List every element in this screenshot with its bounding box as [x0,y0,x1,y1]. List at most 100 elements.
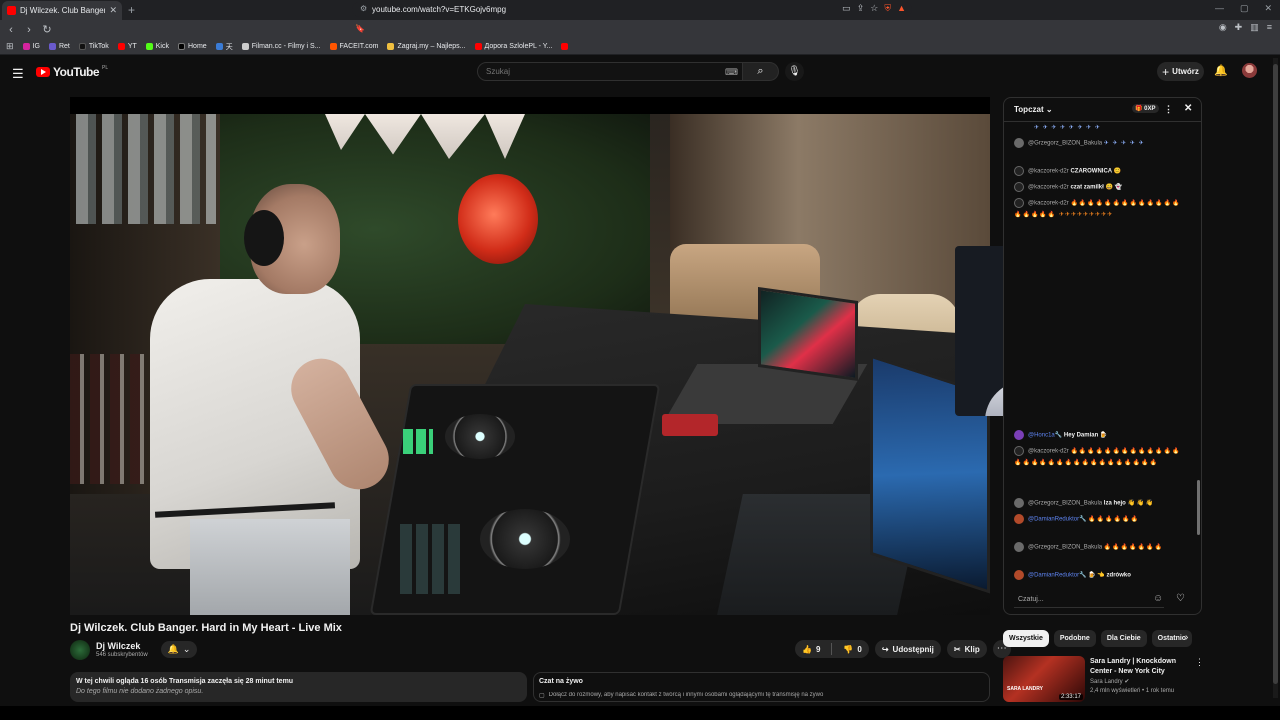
dislike-button[interactable]: 👎 0 [836,640,868,658]
chat-avatar[interactable] [1014,166,1024,176]
channel-name[interactable]: Dj Wilczek [96,641,140,651]
chat-author[interactable]: @kaczorek-d2r [1028,201,1069,207]
page-scroll-thumb[interactable] [1273,64,1278,684]
related-video-channel[interactable]: Sara Landry ✔ [1090,678,1129,685]
search-input[interactable] [478,63,742,80]
bookmark-item[interactable] [561,43,569,50]
menu-icon[interactable]: ≡ [1267,22,1272,33]
chevron-right-icon[interactable]: › [1185,632,1188,643]
chat-avatar[interactable] [1014,446,1024,456]
xp-badge[interactable]: 🎁 0XP [1132,104,1159,113]
bookmark-item[interactable]: Zagraj.my – Najleps... [387,43,466,50]
extension-icon[interactable]: ◉ [1219,22,1227,33]
chat-author[interactable]: @kaczorek-d2r [1028,185,1069,191]
chip-similar[interactable]: Podobne [1053,630,1096,647]
bookmark-favicon-icon [241,43,249,50]
heart-icon[interactable]: ♡ [1176,593,1185,604]
bookmark-icon[interactable]: 🔖 [355,24,365,33]
rewards-icon[interactable]: ▲ [897,3,906,14]
thumbnail-text: SARA LANDRY [1007,686,1044,692]
youtube-play-icon [36,67,50,77]
new-tab-button[interactable]: + [128,3,135,17]
hamburger-menu-icon[interactable]: ☰ [12,66,24,82]
bookmark-item[interactable]: 天 [215,42,233,52]
bookmark-item[interactable]: IG [22,43,40,50]
chat-author[interactable]: @DamianReduktor🔧 [1028,573,1087,579]
chat-avatar[interactable] [1014,498,1024,508]
star-icon[interactable]: ☆ [870,3,878,14]
bookmark-favicon-icon [78,43,86,50]
dj-person [150,184,400,615]
subscription-bell-button[interactable]: 🔔 ⌄ [161,641,197,658]
bookmark-item[interactable]: Kick [145,43,169,50]
chat-avatar[interactable] [1014,542,1024,552]
youtube-logo[interactable]: YouTube PL [36,65,108,79]
chat-message: @Grzegorz_BIZON_Bakula Iza hejo 👋 👋 👋 [1014,498,1189,510]
page-scrollbar[interactable] [1273,58,1278,698]
create-button[interactable]: + Utwórz [1157,62,1204,81]
chat-author[interactable]: @kaczorek-d2r [1028,169,1069,175]
address-bar[interactable]: ⚙ youtube.com/watch?v=ETKGojv6mpg ▭ ⇪ ☆ … [352,2,912,17]
bookmark-item[interactable]: Filman.cc - Filmy i S... [241,43,321,50]
chat-author[interactable]: @DamianReduktor🔧 [1028,517,1087,523]
chat-scrollbar[interactable] [1197,125,1200,585]
bookmark-item[interactable]: Ret [48,43,70,50]
maximize-icon[interactable]: ▢ [1240,3,1249,14]
description-box[interactable]: W tej chwili ogląda 16 osób Transmisja z… [70,672,527,702]
bookmark-favicon-icon [329,43,337,50]
chat-avatar[interactable] [1014,182,1024,192]
chat-avatar[interactable] [1014,514,1024,524]
chat-avatar[interactable] [1014,430,1024,440]
forward-icon[interactable]: › [22,24,36,36]
chat-author[interactable]: @Honc1a🔧 [1028,433,1062,439]
close-chat-icon[interactable]: ✕ [1184,103,1192,114]
cast-icon[interactable]: ▭ [842,3,851,14]
back-icon[interactable]: ‹ [4,24,18,36]
chat-author[interactable]: @Grzegorz_BIZON_Bakula [1028,141,1102,147]
browser-tab[interactable]: Dj Wilczek. Club Banger. Hard ✕ [2,1,122,20]
search-button[interactable]: ⌕ [743,62,779,81]
voice-search-button[interactable]: 🎙 [785,62,804,81]
video-player[interactable] [70,97,990,615]
chat-author[interactable]: @Grzegorz_BIZON_Bakula [1028,545,1102,551]
chat-input[interactable]: Czatuj... [1014,592,1164,608]
chat-scroll-thumb[interactable] [1197,480,1200,535]
shield-icon[interactable]: ⛨ [884,3,891,14]
like-button[interactable]: 👍 9 [795,640,827,658]
browser-toolbar: ‹ › ↻ [0,20,1280,39]
chat-author[interactable]: @Grzegorz_BIZON_Bakula [1028,501,1102,507]
clip-button[interactable]: ✂ Klip [946,640,987,658]
red-lamp [458,174,538,264]
chat-avatar[interactable] [1014,138,1024,148]
close-tab-icon[interactable]: ✕ [109,5,117,16]
apps-icon[interactable]: ⊞ [6,41,14,52]
notifications-bell-icon[interactable]: 🔔 [1214,64,1228,77]
puzzle-icon[interactable]: ✚ [1235,22,1243,33]
bookmark-item[interactable]: Дорога SzlolePL - Y... [474,43,552,50]
chat-avatar[interactable] [1014,198,1024,208]
chip-for-you[interactable]: Dla Ciebie [1100,630,1147,647]
related-video-thumbnail[interactable]: SARA LANDRY 2:33:17 [1003,656,1085,702]
chat-menu-icon[interactable]: ⋮ [1164,104,1173,115]
sidebar-icon[interactable]: ▥ [1250,22,1259,33]
close-window-icon[interactable]: ✕ [1264,3,1272,14]
chip-all[interactable]: Wszystkie [1003,630,1049,647]
share-icon[interactable]: ⇪ [857,3,865,14]
keyboard-icon[interactable]: ⌨ [725,67,738,78]
bookmark-item[interactable]: TikTok [78,43,109,50]
bookmark-item[interactable]: YT [117,43,137,50]
chat-avatar[interactable] [1014,570,1024,580]
related-more-icon[interactable]: ⋮ [1195,657,1204,668]
share-button[interactable]: ↪ Udostępnij [874,640,941,658]
account-avatar[interactable] [1242,63,1257,78]
channel-avatar[interactable] [70,640,90,660]
related-video-title[interactable]: Sara Landry | Knockdown Center - New Yor… [1090,657,1185,677]
chat-mode-dropdown[interactable]: Topczat ⌄ [1014,105,1053,114]
bookmark-item[interactable]: Home [178,43,207,50]
bookmark-item[interactable]: FACEIT.com [329,43,378,50]
reload-icon[interactable]: ↻ [40,23,54,36]
chat-author[interactable]: @kaczorek-d2r [1028,449,1069,455]
minimize-icon[interactable]: — [1215,3,1224,14]
site-info-icon[interactable]: ⚙ [360,4,367,13]
emoji-icon[interactable]: ☺ [1153,593,1163,604]
